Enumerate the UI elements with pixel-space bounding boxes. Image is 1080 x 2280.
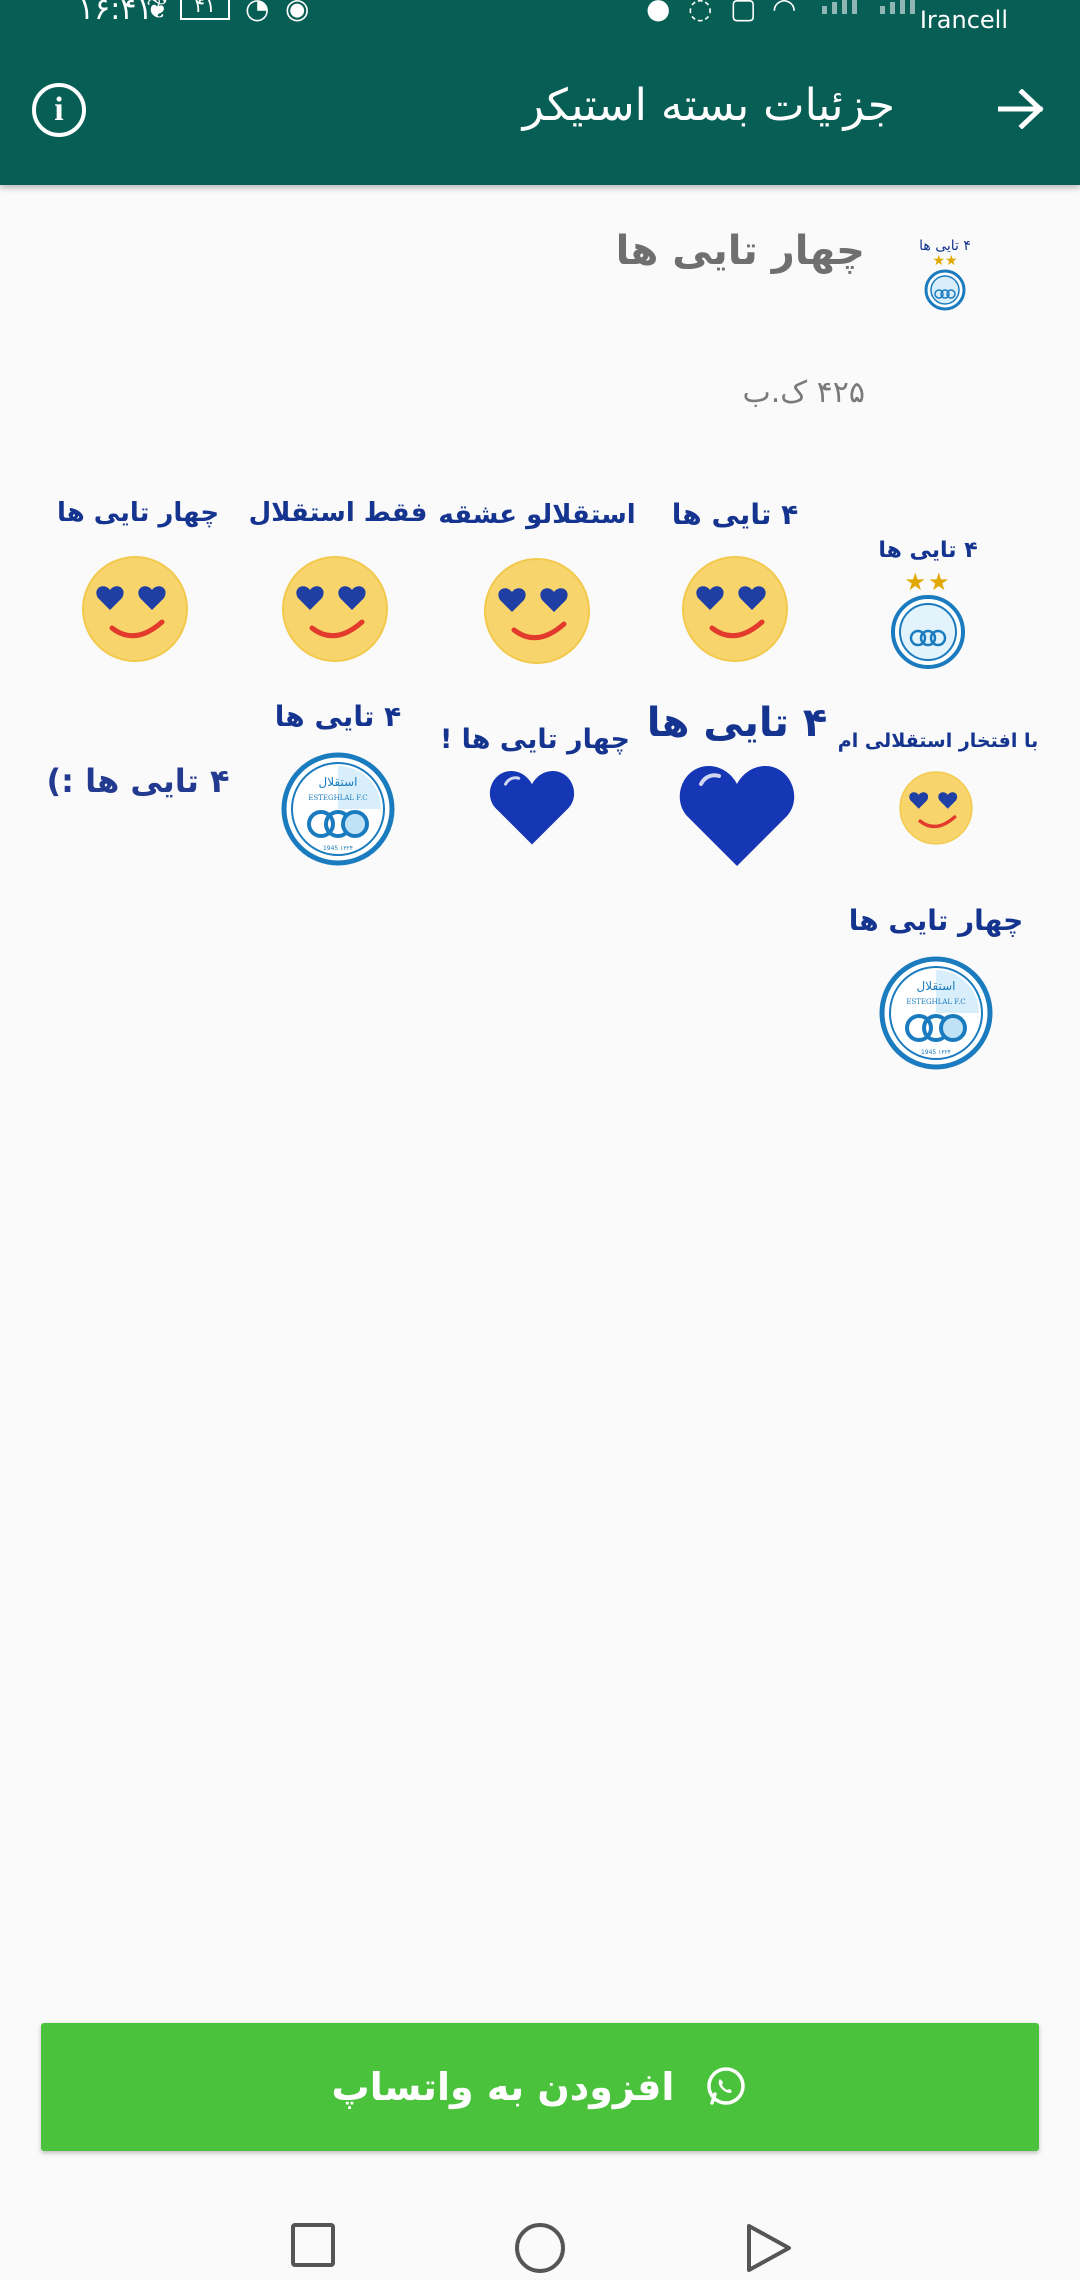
smiley-icon: [484, 558, 590, 664]
logo-name-fa: استقلال: [917, 979, 956, 993]
whatsapp-icon: [707, 2067, 746, 2105]
wifi-icon: ◠: [772, 0, 797, 25]
sticker-item[interactable]: با افتخار استقلالی ام: [838, 700, 1038, 900]
heart-icon: [679, 766, 795, 866]
logo-years: 1945 ۱۳۲۴: [921, 1049, 951, 1056]
sticker-caption: چهار تایی ها: [56, 498, 220, 528]
smiley-icon: [899, 771, 973, 845]
sticker-item[interactable]: فقط استقلال: [238, 490, 438, 690]
alarm-icon: ◔: [245, 0, 270, 25]
sticker-item[interactable]: ۴ تایی ها :): [38, 700, 238, 900]
smiley-icon: [282, 556, 388, 662]
esteghlal-logo-icon: استقلال ESTEGHLAL F.C 1945 ۱۳۲۴: [281, 752, 395, 866]
sticker-item[interactable]: ۴ تایی ها: [637, 700, 837, 900]
leaf-icon: ❦: [146, 0, 170, 25]
esteghlal-logo-icon: استقلال ESTEGHLAL F.C 1945 ۱۳۲۴: [879, 956, 993, 1070]
sticker-caption: چهار تایی ها: [848, 904, 1024, 937]
app-bar: ۱۶:۴۱ ۴۱ ❦ ◔ ◉ ● ◌ ▢ ◠ Irancell جزئیات ب…: [0, 0, 1080, 185]
sticker-caption: ۴ تایی ها: [274, 700, 402, 733]
info-icon: i: [54, 91, 64, 128]
whatsapp-status-icon: ◌: [688, 0, 713, 25]
sticker-caption: ۴ تایی ها :): [46, 762, 230, 800]
smiley-icon: [682, 556, 788, 662]
battery-indicator: ۴۱: [180, 0, 230, 20]
signal-icon-2: [880, 0, 915, 14]
instagram-icon: ▢: [730, 0, 757, 25]
esteghlal-logo-icon: [924, 269, 966, 311]
sticker-item[interactable]: ۴ تایی ها: [635, 490, 835, 690]
sticker-caption: ۴ تایی ها: [878, 538, 978, 563]
logo-name-en: ESTEGHLAL F.C: [308, 794, 367, 802]
recents-button[interactable]: [290, 2222, 336, 2268]
back-arrow-icon: [998, 89, 1044, 129]
esteghlal-logo-icon: [891, 595, 965, 669]
smiley-icon: [82, 556, 188, 662]
back-button[interactable]: [990, 78, 1052, 140]
status-time: ۱۶:۴۱: [78, 0, 153, 27]
tray-caption: ۴ تایی ها: [919, 238, 971, 254]
back-nav-button[interactable]: [745, 2222, 793, 2274]
sticker-item[interactable]: چهار تایی ها: [38, 490, 238, 690]
sticker-item[interactable]: ۴ تایی ها استقلال ESTEGHLAL F.C 1945 ۱۳۲…: [238, 700, 438, 900]
page-title: جزئیات بسته استیکر: [522, 80, 895, 131]
add-to-whatsapp-label: افزودن به واتساپ: [331, 2065, 675, 2109]
logo-name-fa: استقلال: [319, 775, 358, 789]
pack-name: چهار تایی ها: [615, 228, 865, 274]
carrier-name: Irancell: [919, 6, 1008, 34]
sticker-item[interactable]: استقلالو عشقه: [437, 490, 637, 690]
signal-icon: [822, 0, 857, 14]
add-to-whatsapp-button[interactable]: افزودن به واتساپ: [41, 2023, 1039, 2151]
logo-years: 1945 ۱۳۲۴: [323, 845, 353, 852]
home-button[interactable]: [514, 2222, 566, 2274]
logo-name-en: ESTEGHLAL F.C: [906, 998, 965, 1006]
pack-size: ۴۲۵ ک.ب: [742, 375, 865, 410]
sticker-item[interactable]: چهار تایی ها استقلال ESTEGHLAL F.C 1945 …: [836, 900, 1036, 1100]
heart-icon: [489, 770, 575, 845]
stars-icon: ★★: [904, 568, 952, 596]
status-bar: ۱۶:۴۱ ۴۱ ❦ ◔ ◉ ● ◌ ▢ ◠ Irancell: [0, 0, 1080, 40]
sticker-item[interactable]: چهار تایی ها !: [435, 700, 635, 900]
info-button[interactable]: i: [32, 83, 86, 137]
pack-tray-icon: ۴ تایی ها ★★: [915, 238, 975, 318]
system-nav-bar: [0, 2200, 1080, 2280]
eye-icon: ◉: [285, 0, 310, 25]
soccer-icon: ●: [646, 0, 671, 25]
